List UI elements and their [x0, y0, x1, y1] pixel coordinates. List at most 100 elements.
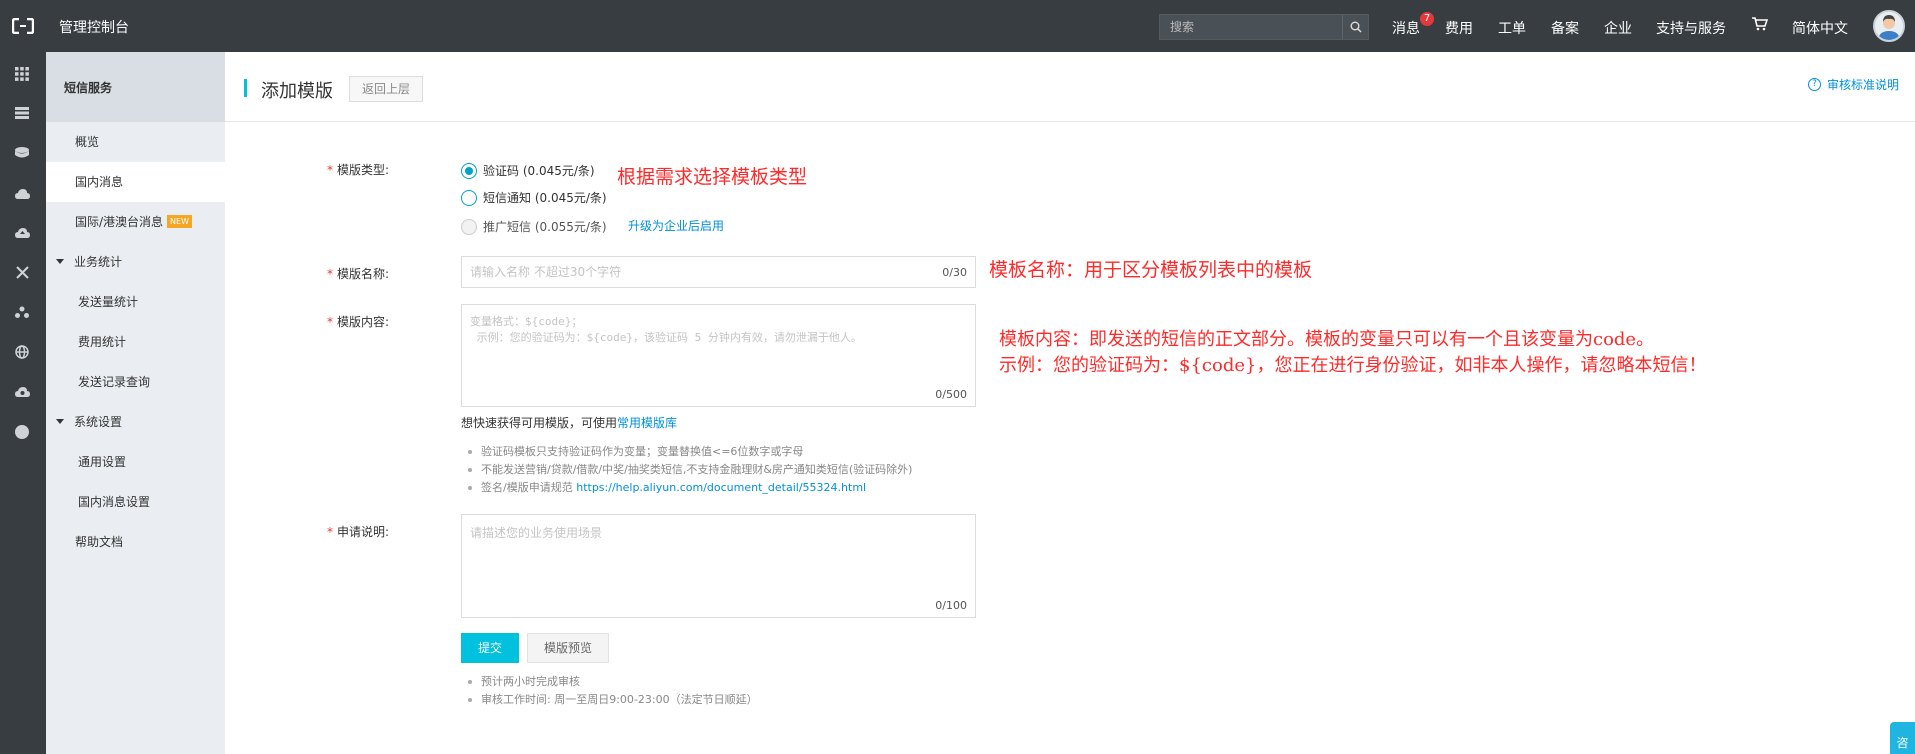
sidebar-item-overview[interactable]: 概览 [46, 122, 225, 162]
nav-enterprise[interactable]: 企业 [1604, 18, 1632, 38]
required-mark: * [326, 267, 333, 281]
annotation-content-line1: 模板内容：即发送的短信的正文部分。模板的变量只可以有一个且该变量为code。 [999, 329, 1655, 350]
nav-billing[interactable]: 费用 [1445, 18, 1473, 38]
network-icon[interactable] [12, 262, 32, 282]
page-header: 添加模版 返回上层 ? 审核标准说明 [225, 52, 1915, 122]
submit-button[interactable]: 提交 [461, 633, 519, 663]
template-name-input[interactable] [462, 257, 975, 287]
template-content-label-text: 模版内容: [336, 315, 389, 329]
sidebar-item-domestic-messages[interactable]: 国内消息 [46, 162, 225, 202]
sidebar-item-label: 国际/港澳台消息 [75, 215, 164, 229]
sidebar-group-label: 系统设置 [74, 415, 123, 429]
annotation-template-name: 模板名称：用于区分模板列表中的模板 [989, 259, 1313, 281]
required-mark: * [326, 525, 333, 539]
nav-icp[interactable]: 备案 [1551, 18, 1579, 38]
sidebar-item-help-docs[interactable]: 帮助文档 [46, 522, 225, 562]
nav-messages-label: 消息 [1392, 21, 1420, 37]
sidebar-item-domestic-settings[interactable]: 国内消息设置 [46, 482, 225, 522]
nav-messages[interactable]: 消息 7 [1392, 12, 1434, 38]
type-option-label: 推广短信 (0.055元/条) [483, 220, 607, 234]
rule-item: 签名/模版申请规范 https://help.aliyun.com/docume… [466, 479, 912, 497]
cloud-icon[interactable] [12, 183, 32, 203]
radio-checked[interactable] [461, 162, 477, 179]
review-note: 审核工作时间: 周一至周日9:00-23:00（法定节日顺延） [466, 691, 758, 709]
template-name-label-text: 模版名称: [336, 267, 389, 281]
nav-support[interactable]: 支持与服务 [1656, 18, 1726, 38]
application-remark-field: 0/100 [461, 514, 976, 618]
name-char-counter: 0/30 [942, 266, 967, 279]
top-navbar: 管理控制台 消息 7 费用 工单 备案 企业 支持与服务 简体中文 [0, 0, 1915, 52]
cloud-settings-icon[interactable] [12, 382, 32, 402]
template-name-label: * 模版名称: [319, 265, 389, 282]
sidebar-item-cost-stats[interactable]: 费用统计 [46, 322, 225, 362]
sidebar-group-label: 业务统计 [74, 255, 123, 269]
sidebar-item-send-volume[interactable]: 发送量统计 [46, 282, 225, 322]
console-title[interactable]: 管理控制台 [59, 17, 129, 37]
question-circle-icon: ? [1807, 78, 1821, 91]
sidebar-item-general-settings[interactable]: 通用设置 [46, 442, 225, 482]
type-option-label: 验证码 (0.045元/条) [483, 164, 595, 178]
content-char-counter: 0/500 [935, 388, 967, 401]
type-option-notification[interactable]: 短信通知 (0.045元/条) [461, 189, 607, 206]
sidebar-title: 短信服务 [46, 52, 225, 122]
aliyun-logo-icon[interactable] [0, 0, 46, 52]
search-input[interactable] [1160, 15, 1342, 39]
remark-char-counter: 0/100 [935, 599, 967, 612]
type-option-verification-code[interactable]: 验证码 (0.045元/条) [461, 162, 595, 179]
globe-icon[interactable] [12, 342, 32, 362]
type-option-promotion: 推广短信 (0.055元/条) [461, 218, 607, 235]
rule-item-text: 签名/模版申请规范 [481, 481, 573, 494]
user-avatar[interactable] [1873, 10, 1905, 42]
template-type-label-text: 模版类型: [336, 163, 389, 177]
cloud-upload-icon[interactable] [12, 222, 32, 242]
caret-down-icon [56, 419, 64, 424]
sidebar-group-system-settings[interactable]: 系统设置 [46, 402, 225, 442]
sidebar-group-business-stats[interactable]: 业务统计 [46, 242, 225, 282]
template-library-link[interactable]: 常用模版库 [617, 416, 677, 430]
upgrade-to-enterprise-link[interactable]: 升级为企业后启用 [628, 217, 724, 234]
message-count-badge: 7 [1420, 12, 1434, 26]
template-type-label: * 模版类型: [319, 161, 389, 178]
annotation-template-type: 根据需求选择模板类型 [617, 166, 808, 188]
search-box [1159, 14, 1369, 40]
application-spec-link[interactable]: https://help.aliyun.com/document_detail/… [576, 481, 866, 494]
template-name-field: 0/30 [461, 256, 976, 288]
cluster-icon[interactable] [12, 302, 32, 322]
page-title: 添加模版 [261, 81, 333, 102]
rule-item: 验证码模板只支持验证码作为变量；变量替换值<=6位数字或字母 [466, 443, 912, 461]
service-sidebar: 短信服务 概览 国内消息 国际/港澳台消息 NEW 业务统计 发送量统计 费用统计… [46, 52, 225, 754]
template-content-textarea[interactable] [462, 305, 975, 406]
application-remark-textarea[interactable] [462, 515, 975, 617]
template-content-field: 0/500 [461, 304, 976, 407]
nav-tickets[interactable]: 工单 [1498, 18, 1526, 38]
database-icon[interactable] [12, 143, 32, 163]
grid-icon[interactable] [12, 64, 32, 84]
caret-down-icon [56, 259, 64, 264]
application-remark-label: * 申请说明: [319, 523, 389, 540]
annotation-content-line2: 示例：您的验证码为：${code}，您正在进行身份验证，如非本人操作，请忽略本短… [999, 355, 1707, 376]
required-mark: * [326, 163, 333, 177]
language-switcher[interactable]: 简体中文 [1792, 18, 1848, 38]
application-remark-label-text: 申请说明: [336, 525, 389, 539]
review-notes-list: 预计两小时完成审核 审核工作时间: 周一至周日9:00-23:00（法定节日顺延… [466, 673, 758, 709]
required-mark: * [326, 315, 333, 329]
template-rules-list: 验证码模板只支持验证码作为变量；变量替换值<=6位数字或字母 不能发送营销/贷款… [466, 443, 912, 497]
server-icon[interactable] [12, 103, 32, 123]
cart-icon[interactable] [1752, 17, 1769, 35]
review-standards-link[interactable]: ? 审核标准说明 [1807, 76, 1899, 93]
template-library-hint: 想快速获得可用模版，可使用常用模版库 [461, 414, 677, 431]
radio-disabled [461, 218, 477, 235]
search-icon[interactable] [1342, 15, 1368, 39]
product-icon-rail [0, 52, 46, 754]
sidebar-item-international-messages[interactable]: 国际/港澳台消息 NEW [46, 202, 225, 242]
back-button[interactable]: 返回上层 [349, 76, 423, 102]
radio-unchecked[interactable] [461, 189, 477, 206]
rule-item: 不能发送营销/贷款/借款/中奖/抽奖类短信,不支持金融理财&房产通知类短信(验证… [466, 461, 912, 479]
consult-widget[interactable]: 咨 [1890, 722, 1915, 754]
type-option-label: 短信通知 (0.045元/条) [483, 191, 607, 205]
template-preview-button[interactable]: 模版预览 [527, 633, 609, 663]
review-standards-label: 审核标准说明 [1826, 78, 1899, 92]
circle-icon[interactable] [12, 422, 32, 442]
sidebar-item-send-records[interactable]: 发送记录查询 [46, 362, 225, 402]
title-accent-bar [244, 79, 247, 97]
